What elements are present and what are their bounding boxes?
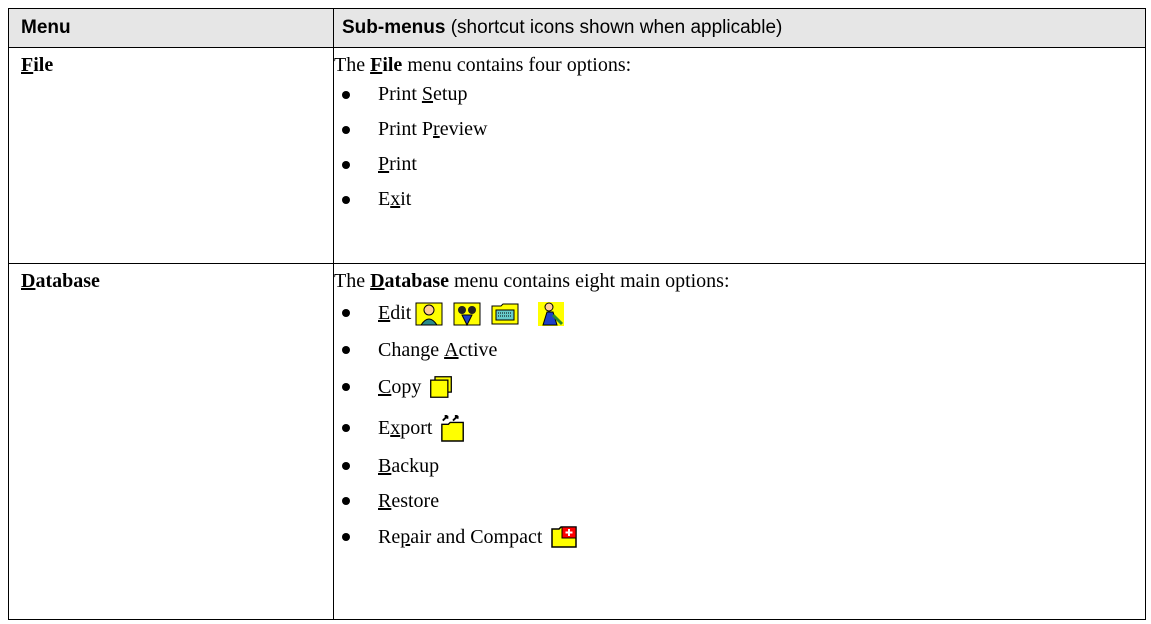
item-text: air and Compact <box>410 525 543 548</box>
header-submenus-bold: Sub-menus <box>342 17 446 38</box>
bullet <box>342 309 350 317</box>
menu-cell-database: Database <box>8 263 334 620</box>
item-accel: P <box>378 153 390 175</box>
bullet <box>342 90 350 99</box>
item-accel: C <box>378 375 392 398</box>
bullet <box>342 497 350 505</box>
table-header-row: Menu Sub-menus (shortcut icons shown whe… <box>8 8 1146 48</box>
item-text: ackup <box>391 454 440 477</box>
bullet <box>342 424 350 432</box>
item-text: port <box>400 416 433 439</box>
table-row-database: Database The Database menu contains eigh… <box>8 263 1146 620</box>
edit-user-wrench-icon[interactable] <box>537 299 565 327</box>
list-item: Backup <box>334 449 1145 483</box>
menu-name-file-rest: ile <box>33 54 54 76</box>
bullet <box>342 462 350 470</box>
bullet <box>342 195 350 204</box>
menu-reference-table: Menu Sub-menus (shortcut icons shown whe… <box>8 8 1146 620</box>
item-accel: x <box>390 416 401 439</box>
list-item: Print Setup <box>334 77 1145 112</box>
list-item: Print Pr eview <box>334 112 1145 147</box>
file-desc-pre: The <box>334 54 371 76</box>
item-text: it <box>400 188 412 210</box>
list-item: Print <box>334 147 1145 182</box>
repair-folder-icon[interactable] <box>550 525 578 549</box>
item-text: rint <box>389 153 417 175</box>
menu-name-database-accel: D <box>21 270 36 292</box>
submenu-cell-file: The File menu contains four options: Pri… <box>333 47 1146 264</box>
database-description: The Database menu contains eight main op… <box>334 264 1145 293</box>
submenu-cell-database: The Database menu contains eight main op… <box>333 263 1146 620</box>
item-text: ctive <box>458 338 498 361</box>
item-accel: S <box>421 83 434 105</box>
menu-cell-file: File <box>8 47 334 264</box>
copy-folder-icon[interactable] <box>429 375 453 399</box>
list-item: Re p air and Compact <box>334 519 1145 555</box>
item-accel: E <box>378 301 391 324</box>
bullet <box>342 160 350 169</box>
table-row-file: File The File menu contains four options… <box>8 47 1146 264</box>
file-desc-bold: ile <box>382 54 403 76</box>
menu-name-file: File <box>9 48 333 77</box>
header-submenus: Sub-menus (shortcut icons shown when app… <box>333 8 1146 48</box>
bullet <box>342 346 350 354</box>
item-text: eview <box>439 118 488 140</box>
list-item: Ex port <box>334 407 1145 449</box>
menu-name-database: Database <box>9 264 333 293</box>
item-accel: A <box>444 338 459 361</box>
item-text: dit <box>390 301 412 324</box>
menu-name-database-rest: atabase <box>35 270 100 292</box>
item-text: Print <box>378 83 422 105</box>
list-item: Change Active <box>334 333 1145 367</box>
edit-people-icon[interactable] <box>453 299 481 327</box>
item-accel: B <box>378 454 392 477</box>
database-desc-accel: D <box>370 270 385 292</box>
item-text: E <box>378 188 391 210</box>
export-folder-icon[interactable] <box>440 412 466 444</box>
item-text: etup <box>433 83 468 105</box>
item-text: Print P <box>378 118 434 140</box>
item-text: Re <box>378 525 401 548</box>
file-description: The File menu contains four options: <box>334 48 1145 77</box>
list-item: Copy <box>334 367 1145 407</box>
item-accel: R <box>378 489 392 512</box>
item-accel: p <box>400 525 411 548</box>
item-text: E <box>378 416 391 439</box>
item-accel: r <box>433 118 440 140</box>
header-menu: Menu <box>8 8 334 48</box>
menu-name-file-accel: F <box>21 54 34 76</box>
header-submenus-note: (shortcut icons shown when applicable) <box>445 17 783 38</box>
file-submenu-list: Print Setup Print Pr eview Print Ex it <box>334 77 1145 217</box>
database-submenu-list: Edit Change A ctive C opy E x port B ack… <box>334 293 1145 555</box>
edit-person-icon[interactable] <box>415 299 443 327</box>
item-accel: x <box>390 188 401 210</box>
item-text: estore <box>391 489 440 512</box>
edit-keyboard-folder-icon[interactable] <box>491 299 519 327</box>
item-text: opy <box>391 375 422 398</box>
bullet <box>342 533 350 541</box>
file-desc-accel: F <box>370 54 383 76</box>
file-desc-post: menu contains four options: <box>402 54 632 76</box>
list-item: Ex it <box>334 182 1145 217</box>
list-item: Edit <box>334 293 1145 333</box>
bullet <box>342 383 350 391</box>
database-desc-pre: The <box>334 270 371 292</box>
database-desc-post: menu contains eight main options: <box>449 270 730 292</box>
list-item: Restore <box>334 483 1145 519</box>
item-text: Change <box>378 338 445 361</box>
database-desc-bold: atabase <box>384 270 449 292</box>
bullet <box>342 125 350 134</box>
